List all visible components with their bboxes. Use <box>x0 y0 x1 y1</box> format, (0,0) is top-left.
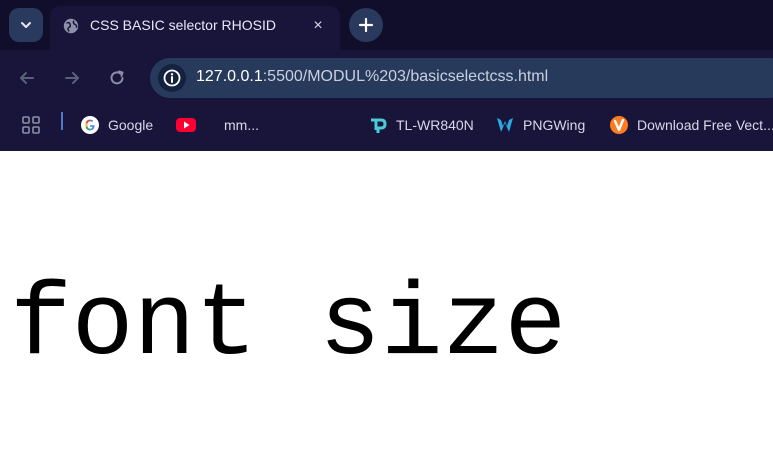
page-heading-text: font size <box>10 267 567 384</box>
chevron-down-icon <box>21 22 31 28</box>
bookmark-google[interactable]: Google <box>80 113 153 137</box>
bookmark-mm[interactable]: mm... <box>224 113 259 137</box>
bookmark-youtube[interactable] <box>176 113 204 137</box>
address-bar[interactable]: 127.0.0.1:5500/MODUL%203/basicselectcss.… <box>150 58 773 98</box>
tab-strip: CSS BASIC selector RHOSID × <box>0 0 773 50</box>
bookmark-label: mm... <box>224 117 259 133</box>
url-host: 127.0.0.1 <box>196 68 263 85</box>
back-button[interactable] <box>15 66 39 90</box>
page-content: font size <box>0 151 773 450</box>
navigation-bar: 127.0.0.1:5500/MODUL%203/basicselectcss.… <box>0 50 773 105</box>
google-icon <box>80 115 100 135</box>
pngwing-icon <box>495 115 515 135</box>
globe-icon <box>63 18 79 34</box>
url-text[interactable]: 127.0.0.1:5500/MODUL%203/basicselectcss.… <box>196 68 548 86</box>
bookmarks-separator <box>61 112 63 130</box>
bookmarks-bar: Google mm... TL-WR840N PNGWing Download … <box>0 105 773 145</box>
tab-title: CSS BASIC selector RHOSID <box>90 17 276 33</box>
arrow-right-icon <box>65 72 79 84</box>
bookmark-label: PNGWing <box>523 117 586 133</box>
reload-icon <box>110 70 124 85</box>
forward-button[interactable] <box>60 66 84 90</box>
tplink-icon <box>368 115 388 135</box>
arrow-left-icon <box>20 72 34 84</box>
site-info-button[interactable] <box>158 64 186 92</box>
bookmark-tl-wr840n[interactable]: TL-WR840N <box>368 113 474 137</box>
apps-grid-icon <box>22 116 40 134</box>
close-icon[interactable]: × <box>310 18 326 34</box>
browser-chrome: CSS BASIC selector RHOSID × 127.0.0.1:55… <box>0 0 773 151</box>
bookmark-label: Download Free Vect... <box>637 117 773 133</box>
plus-icon <box>358 17 374 33</box>
bookmark-label: Google <box>108 117 154 133</box>
bookmark-label: TL-WR840N <box>396 117 474 133</box>
info-icon <box>163 69 181 87</box>
url-path: :5500/MODUL%203/basicselectcss.html <box>262 68 549 85</box>
bookmark-pngwing[interactable]: PNGWing <box>495 113 585 137</box>
tab-active[interactable]: CSS BASIC selector RHOSID × <box>50 6 340 50</box>
vecteezy-icon <box>609 115 629 135</box>
tab-search-button[interactable] <box>9 8 43 42</box>
youtube-icon <box>176 115 196 135</box>
new-tab-button[interactable] <box>349 8 383 42</box>
bookmark-download-free-vect[interactable]: Download Free Vect... <box>609 113 773 137</box>
apps-button[interactable] <box>21 113 41 137</box>
reload-button[interactable] <box>105 66 129 90</box>
